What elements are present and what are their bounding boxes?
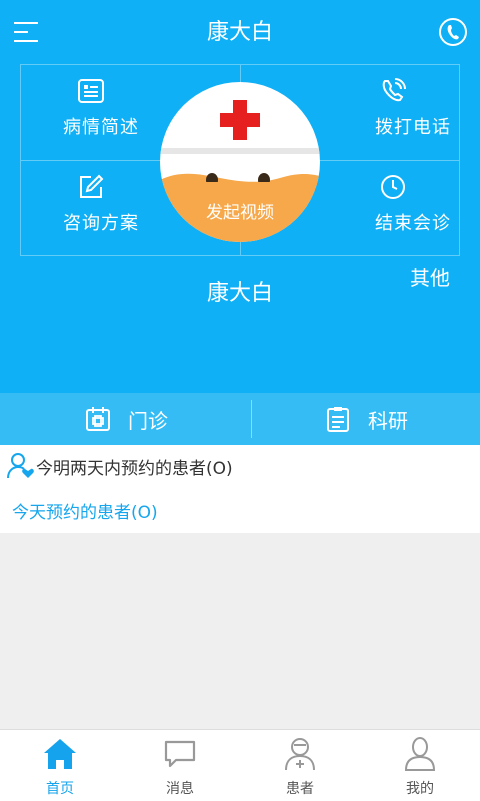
- page-title: 康大白: [206, 20, 273, 45]
- message-icon: [164, 740, 196, 768]
- tab-label: 门诊: [128, 408, 168, 433]
- bottom-nav: 首页 消息 患者 我的: [0, 729, 480, 801]
- nav-label: 我的: [406, 781, 434, 797]
- clock-icon: [381, 175, 405, 199]
- cell-label: 拨打电话: [375, 117, 451, 138]
- phone-icon: [382, 78, 406, 102]
- call-icon[interactable]: [438, 17, 468, 47]
- patient-heart-icon: [7, 453, 34, 479]
- subtab-divider: [251, 400, 252, 438]
- nav-profile[interactable]: 我的: [360, 730, 480, 801]
- clinic-icon: [86, 407, 110, 431]
- today-appointments[interactable]: 今天预约的患者(O): [12, 498, 158, 523]
- profile-icon: [404, 737, 436, 771]
- subtab-bar: [0, 393, 480, 445]
- cell-label: 结束会诊: [375, 213, 451, 234]
- tab-clinic[interactable]: 门诊: [84, 400, 168, 438]
- nav-label: 患者: [286, 781, 314, 797]
- nav-label: 首页: [46, 781, 74, 797]
- tab-research[interactable]: 科研: [324, 400, 408, 438]
- edit-icon: [80, 174, 104, 198]
- title-bar: 康大白: [0, 0, 480, 64]
- home-icon: [44, 739, 76, 769]
- clipboard-icon: [327, 407, 349, 432]
- nav-home[interactable]: 首页: [0, 730, 120, 801]
- nav-label: 消息: [166, 781, 194, 797]
- cap-band: [160, 148, 320, 154]
- list-icon: [78, 79, 104, 103]
- two-day-appointments[interactable]: 今明两天内预约的患者(O): [6, 452, 233, 480]
- two-day-label: 今明两天内预约的患者(O): [36, 458, 233, 479]
- red-cross-icon: [220, 100, 260, 140]
- tab-label: 科研: [368, 408, 408, 433]
- patient-icon: [285, 738, 315, 771]
- start-video-button[interactable]: 发起视频: [160, 82, 320, 242]
- start-video-label: 发起视频: [206, 203, 274, 223]
- nav-patients[interactable]: 患者: [240, 730, 360, 801]
- header: 康大白 病情简述 拨打电话 咨询方案 结束会诊 发起视频 其他 康大白: [0, 0, 480, 445]
- doctor-name: 康大白: [206, 281, 273, 306]
- nav-messages[interactable]: 消息: [120, 730, 240, 801]
